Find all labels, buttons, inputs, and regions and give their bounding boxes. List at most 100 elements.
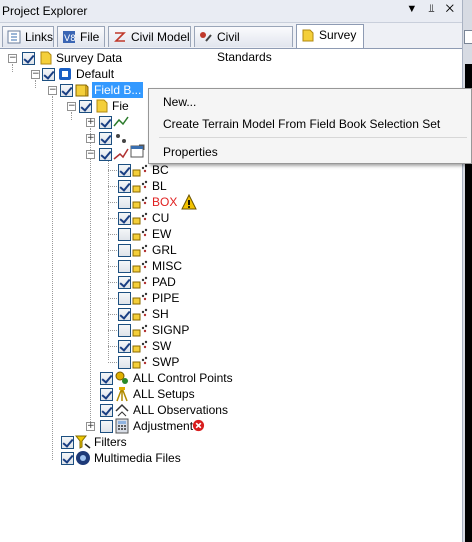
point-code-icon — [132, 228, 148, 241]
checkbox[interactable] — [99, 116, 112, 129]
collapse-toggle[interactable]: − — [31, 70, 40, 79]
node-label: Field B... — [92, 82, 144, 98]
checkbox[interactable] — [118, 180, 131, 193]
tab-survey[interactable]: Survey — [296, 24, 364, 48]
feature-codes-icon — [113, 148, 129, 160]
node-label: BL — [152, 179, 167, 193]
error-icon — [192, 419, 205, 432]
checkbox[interactable] — [118, 356, 131, 369]
collapse-toggle[interactable]: − — [48, 86, 57, 95]
point-code-icon — [132, 196, 148, 209]
point-code-icon — [132, 260, 148, 273]
warning-icon — [181, 194, 197, 210]
menu-item-create-terrain-model[interactable]: Create Terrain Model From Field Book Sel… — [163, 117, 440, 131]
collapse-toggle[interactable]: − — [67, 102, 76, 111]
links-icon — [7, 30, 21, 44]
linework-icon — [113, 116, 129, 127]
control-point-icon — [115, 371, 128, 384]
checkbox[interactable] — [100, 388, 113, 401]
checkbox[interactable] — [118, 276, 131, 289]
node-label: Filters — [94, 435, 127, 449]
checkbox[interactable] — [100, 404, 113, 417]
checkbox[interactable] — [118, 212, 131, 225]
points-icon — [116, 134, 126, 143]
node-label: CU — [152, 211, 170, 225]
window-buttons[interactable]: ▼ ⫫ ✕ — [406, 3, 458, 16]
point-code-icon — [132, 180, 148, 193]
checkbox[interactable] — [61, 452, 74, 465]
checkbox[interactable] — [42, 68, 55, 81]
field-book-icon — [75, 84, 89, 97]
checkbox[interactable] — [100, 372, 113, 385]
checkbox[interactable] — [118, 164, 131, 177]
multimedia-icon — [76, 451, 90, 465]
calculator-icon — [115, 418, 129, 434]
point-code-icon — [132, 340, 148, 353]
node-label: BOX — [152, 195, 178, 209]
collapse-toggle[interactable]: − — [8, 54, 17, 63]
project-icon — [59, 68, 71, 80]
checkbox[interactable] — [61, 436, 74, 449]
node-label: GRL — [152, 243, 177, 257]
node-label: PAD — [152, 275, 176, 289]
node-label: Survey Data — [56, 51, 123, 65]
tab-civil-standards[interactable]: Civil Standards — [194, 26, 293, 64]
checkbox[interactable] — [118, 244, 131, 257]
menu-separator — [159, 137, 467, 138]
tab-label: Survey — [319, 28, 357, 42]
checkbox[interactable] — [118, 292, 131, 305]
tab-label: Civil Model — [131, 30, 190, 44]
point-code-icon — [132, 292, 148, 305]
checkbox[interactable] — [118, 196, 131, 209]
properties-icon — [130, 144, 145, 158]
checkbox[interactable] — [118, 228, 131, 241]
checkbox[interactable] — [118, 340, 131, 353]
node-label: SIGNP — [152, 323, 190, 337]
checkbox[interactable] — [99, 148, 112, 161]
checkbox[interactable] — [60, 84, 73, 97]
svg-text:V8: V8 — [64, 34, 76, 44]
node-label: Default — [76, 67, 115, 81]
survey-folder-icon — [40, 51, 52, 65]
point-code-icon — [132, 212, 148, 225]
checkbox[interactable] — [118, 324, 131, 337]
tripod-icon — [116, 387, 128, 402]
adjacent-panel-box — [464, 30, 472, 44]
node-label: ALL Observations — [133, 403, 228, 417]
checkbox[interactable] — [118, 308, 131, 321]
tab-file[interactable]: V8 File — [57, 26, 105, 47]
project-explorer-titlebar: Project Explorer ▼ ⫫ ✕ — [0, 0, 462, 23]
expand-toggle[interactable]: + — [86, 134, 95, 143]
checkbox[interactable] — [99, 132, 112, 145]
point-code-icon — [132, 276, 148, 289]
node-label: SH — [152, 307, 169, 321]
tab-label: Links — [25, 30, 54, 44]
checkbox[interactable] — [118, 260, 131, 273]
checkbox[interactable] — [22, 52, 35, 65]
tab-links[interactable]: Links — [2, 26, 54, 47]
point-code-icon — [132, 324, 148, 337]
civil-model-icon — [114, 32, 126, 42]
adjacent-panel-edge — [462, 0, 472, 542]
civil-standards-icon — [200, 32, 212, 42]
tab-civil-model[interactable]: Civil Model — [108, 26, 191, 47]
expand-toggle[interactable]: + — [86, 422, 95, 431]
menu-item-properties[interactable]: Properties — [163, 145, 218, 159]
point-code-icon — [132, 308, 148, 321]
node-label: ALL Control Points — [133, 371, 233, 385]
collapse-toggle[interactable]: − — [86, 150, 95, 159]
node-label: Fie — [112, 99, 129, 113]
checkbox[interactable] — [79, 100, 92, 113]
point-code-icon — [132, 244, 148, 257]
node-label: BC — [152, 163, 169, 177]
window-title: Project Explorer — [2, 4, 88, 18]
node-label: PIPE — [152, 291, 180, 305]
expand-toggle[interactable]: + — [86, 118, 95, 127]
checkbox[interactable] — [100, 420, 113, 433]
tab-strip: Links V8 File Civil Model Civil Standard… — [0, 23, 462, 64]
node-label: SWP — [152, 355, 180, 369]
observation-icon — [115, 403, 129, 417]
menu-item-new[interactable]: New... — [163, 95, 196, 109]
node-label: SW — [152, 339, 172, 353]
folder-icon — [96, 99, 108, 113]
